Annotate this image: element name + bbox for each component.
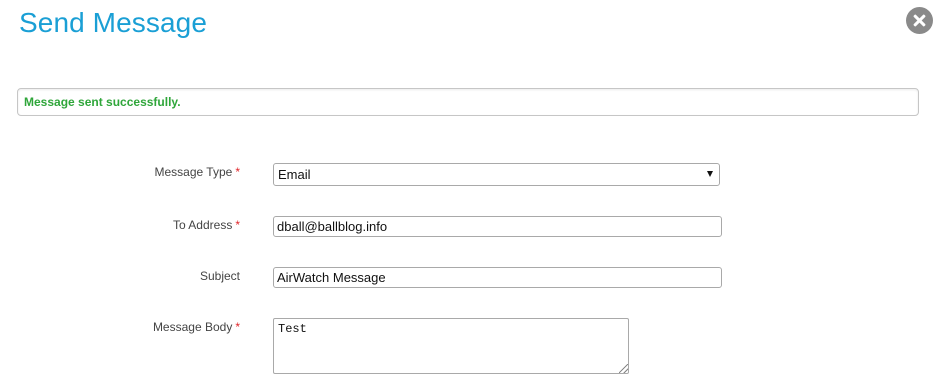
message-body-label-text: Message Body	[152, 320, 233, 334]
to-address-label-text: To Address	[172, 218, 233, 232]
message-body-textarea[interactable]: Test	[273, 318, 629, 374]
success-message-text: Message sent successfully.	[24, 95, 181, 109]
dropdown-arrow-icon	[707, 171, 713, 177]
subject-input[interactable]	[273, 267, 722, 288]
subject-label-text: Subject	[199, 269, 240, 283]
close-icon[interactable]	[906, 7, 933, 34]
required-marker: *	[235, 320, 240, 334]
required-marker: *	[235, 218, 240, 232]
to-address-label: To Address *	[0, 218, 240, 232]
success-message-box: Message sent successfully.	[17, 88, 919, 116]
message-type-select[interactable]: Email	[273, 163, 720, 186]
to-address-input[interactable]	[273, 216, 722, 237]
required-marker: *	[235, 165, 240, 179]
message-type-label-text: Message Type	[154, 165, 233, 179]
resize-handle-icon[interactable]	[619, 364, 628, 373]
message-body-label: Message Body *	[0, 320, 240, 334]
message-type-selected-value: Email	[278, 167, 311, 182]
dialog-title: Send Message	[19, 7, 207, 38]
message-type-label: Message Type *	[0, 165, 241, 179]
subject-label: Subject	[0, 269, 240, 283]
